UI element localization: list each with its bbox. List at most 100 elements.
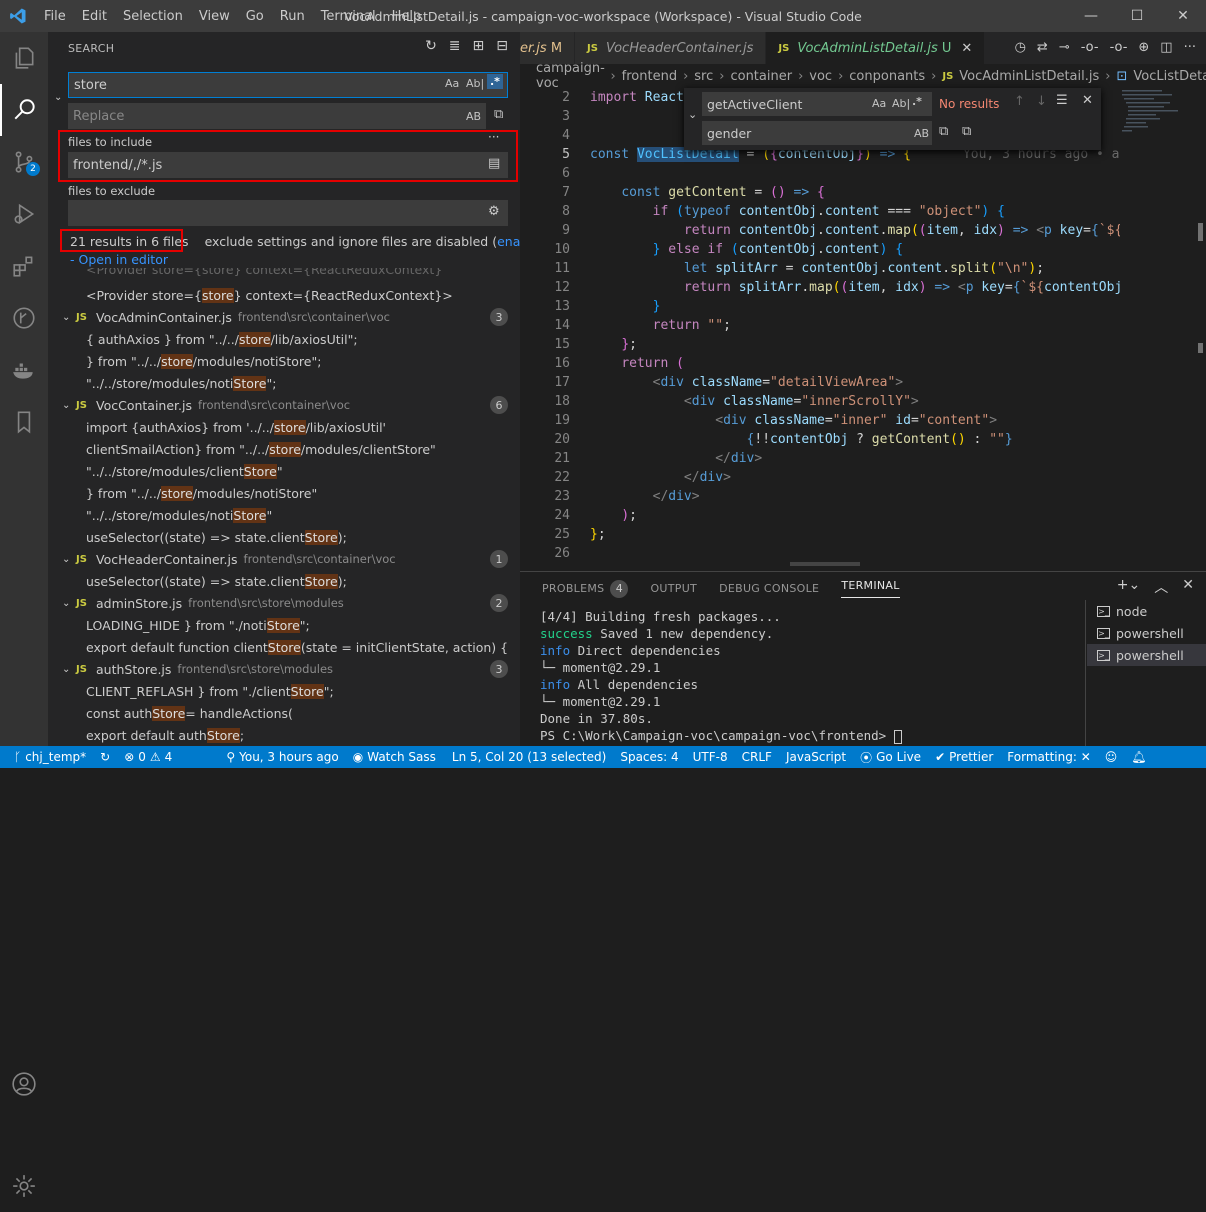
result-file-row[interactable]: ⌄ JS authStore.js frontend\src\store\module… — [48, 658, 520, 680]
use-exclude-settings-icon[interactable]: ⚙ — [488, 204, 500, 219]
bookmarks-icon[interactable] — [0, 396, 48, 448]
find-in-selection-icon[interactable]: ☰ — [1056, 93, 1068, 108]
search-icon[interactable] — [0, 84, 48, 136]
menu-terminal[interactable]: Terminal — [313, 9, 384, 24]
maximize-icon[interactable]: ☐ — [1114, 0, 1160, 32]
result-match-row[interactable]: } from "../../store/modules/notiStore"; — [48, 350, 520, 372]
terminal-item[interactable]: >_ powershell — [1087, 644, 1206, 666]
blame-status[interactable]: ⚲ You, 3 hours ago — [219, 750, 345, 764]
terminal-item[interactable]: >_ node — [1087, 600, 1206, 622]
tab-debug-console[interactable]: DEBUG CONSOLE — [719, 579, 819, 598]
cursor-position[interactable]: Ln 5, Col 20 (13 selected) — [445, 750, 613, 764]
feedback-icon[interactable]: ☺ — [1098, 750, 1125, 764]
tab-vocheadercontainer[interactable]: JS VocHeaderContainer.js — [575, 32, 767, 64]
preserve-case-icon[interactable]: AB — [466, 110, 481, 123]
result-match-row[interactable]: useSelector((state) => state.client Store… — [48, 526, 520, 548]
close-window-icon[interactable]: ✕ — [1160, 0, 1206, 32]
new-search-editor-icon[interactable]: ⊞ — [473, 38, 485, 54]
result-match-row[interactable]: const auth Store = handleActions( — [48, 702, 520, 724]
match-case-icon[interactable]: Aa — [445, 77, 459, 90]
result-match-row[interactable]: "../../store/modules/noti Store " — [48, 504, 520, 526]
editor-scrollbar[interactable] — [1196, 88, 1206, 564]
branch-status[interactable]: ᚴ chj_temp* — [0, 750, 93, 764]
git-commit-icon[interactable]: -o- — [1081, 40, 1099, 55]
previous-match-icon[interactable]: ↑ — [1014, 94, 1025, 109]
extensions-icon[interactable] — [0, 240, 48, 292]
next-match-icon[interactable]: ↓ — [1036, 94, 1047, 109]
language-status[interactable]: JavaScript — [779, 750, 853, 764]
minimize-icon[interactable]: — — [1068, 0, 1114, 32]
git-previous-icon[interactable]: ⊸ — [1059, 40, 1070, 55]
accounts-icon[interactable] — [0, 1058, 48, 1110]
menu-help[interactable]: Help — [384, 9, 430, 24]
breadcrumb-item[interactable]: voc — [809, 69, 832, 84]
minimap[interactable] — [1120, 88, 1196, 564]
replace-all-icon[interactable]: ⧉ — [962, 124, 971, 139]
go-live-icon[interactable]: ⊕ — [1138, 40, 1149, 55]
regex-icon[interactable]: .* — [487, 74, 503, 89]
result-match-row[interactable]: } from "../../store/modules/notiStore" — [48, 482, 520, 504]
new-terminal-icon[interactable]: +⌄ — [1117, 577, 1140, 597]
enable-link[interactable]: enable — [497, 234, 520, 249]
close-find-icon[interactable]: ✕ — [1082, 93, 1093, 108]
result-match-row[interactable]: clientSmailAction} from "../../store/mod… — [48, 438, 520, 460]
go-live-status[interactable]: ⦿ Go Live — [853, 749, 928, 766]
problems-status[interactable]: ⊗ 0 ⚠ 4 — [117, 750, 179, 764]
more-actions-icon[interactable]: ··· — [1184, 40, 1196, 55]
toggle-replace-chevron-icon[interactable]: ⌄ — [54, 92, 62, 103]
docker-icon[interactable] — [0, 344, 48, 396]
preserve-case-icon[interactable]: AB — [914, 127, 929, 140]
settings-gear-icon[interactable] — [0, 1160, 48, 1212]
tab-output[interactable]: OUTPUT — [650, 579, 697, 598]
horizontal-scrollbar[interactable] — [790, 562, 860, 566]
close-panel-icon[interactable]: ✕ — [1182, 577, 1194, 597]
clear-results-icon[interactable]: ≣ — [449, 38, 461, 54]
close-tab-icon[interactable]: ✕ — [961, 41, 972, 56]
result-match-row[interactable]: useSelector((state) => state.client Store… — [48, 570, 520, 592]
result-match-row[interactable]: "../../store/modules/client Store " — [48, 460, 520, 482]
prettier-status[interactable]: ✔ Prettier — [928, 750, 1000, 764]
result-file-row[interactable]: ⌄ JS VocContainer.js frontend\src\container… — [48, 394, 520, 416]
result-match-row[interactable]: export default auth Store; — [48, 724, 520, 746]
result-match-row[interactable]: LOADING_HIDE } from "./noti Store "; — [48, 614, 520, 636]
menu-run[interactable]: Run — [272, 9, 313, 24]
result-file-row[interactable]: ⌄ JS VocHeaderContainer.js frontend\src\con… — [48, 548, 520, 570]
watch-sass-status[interactable]: ◉ Watch Sass — [346, 750, 443, 764]
compare-changes-icon[interactable]: ⇄ — [1037, 40, 1048, 55]
result-match-row[interactable]: import {authAxios} from '../../store/lib… — [48, 416, 520, 438]
menu-file[interactable]: File — [36, 9, 74, 24]
menu-selection[interactable]: Selection — [115, 9, 191, 24]
result-file-row[interactable]: ⌄ JS VocAdminContainer.js frontend\src\cont… — [48, 306, 520, 328]
match-case-icon[interactable]: Aa — [872, 97, 886, 110]
indentation-status[interactable]: Spaces: 4 — [613, 750, 685, 764]
files-exclude-input[interactable] — [68, 200, 508, 226]
replace-one-icon[interactable]: ⧉ — [939, 124, 948, 139]
result-match-row[interactable]: "../../store/modules/noti Store "; — [48, 372, 520, 394]
breadcrumb-item[interactable]: conponants — [849, 69, 925, 84]
tab-terminal[interactable]: TERMINAL — [841, 579, 900, 598]
eol-status[interactable]: CRLF — [735, 750, 779, 764]
encoding-status[interactable]: UTF-8 — [686, 750, 735, 764]
breadcrumb-item[interactable]: VocAdminListDetail.js — [959, 69, 1099, 84]
breadcrumb-item[interactable]: frontend — [622, 69, 677, 84]
notifications-icon[interactable]: 🔔︎ — [1124, 750, 1153, 764]
result-match-row[interactable]: { authAxios } from "../../store/lib/axio… — [48, 328, 520, 350]
timeline-icon[interactable]: ◷ — [1015, 40, 1026, 55]
result-match-row[interactable]: export default function client Store (stat… — [48, 636, 520, 658]
terminal-item[interactable]: >_ powershell — [1087, 622, 1206, 644]
breadcrumb-item[interactable]: VocListDetail — [1133, 69, 1206, 84]
breadcrumb-item[interactable]: src — [694, 69, 713, 84]
regex-icon[interactable]: .* — [912, 95, 922, 108]
sync-icon[interactable]: ↻ — [93, 750, 117, 764]
whole-word-icon[interactable]: Ab| — [892, 97, 910, 110]
git-next-icon[interactable]: -o- — [1110, 40, 1128, 55]
replace-all-icon[interactable]: ⧉ — [494, 107, 503, 122]
git-graph-icon[interactable] — [0, 292, 48, 344]
whole-word-icon[interactable]: Ab| — [466, 77, 484, 90]
formatting-status[interactable]: Formatting: ✕ — [1000, 750, 1097, 764]
search-input[interactable]: store — [68, 72, 508, 98]
menu-view[interactable]: View — [191, 9, 238, 24]
source-control-icon[interactable]: 2 — [0, 136, 48, 188]
breadcrumb-item[interactable]: campaign-voc — [536, 61, 605, 91]
collapse-all-icon[interactable]: ⊟ — [496, 38, 508, 54]
